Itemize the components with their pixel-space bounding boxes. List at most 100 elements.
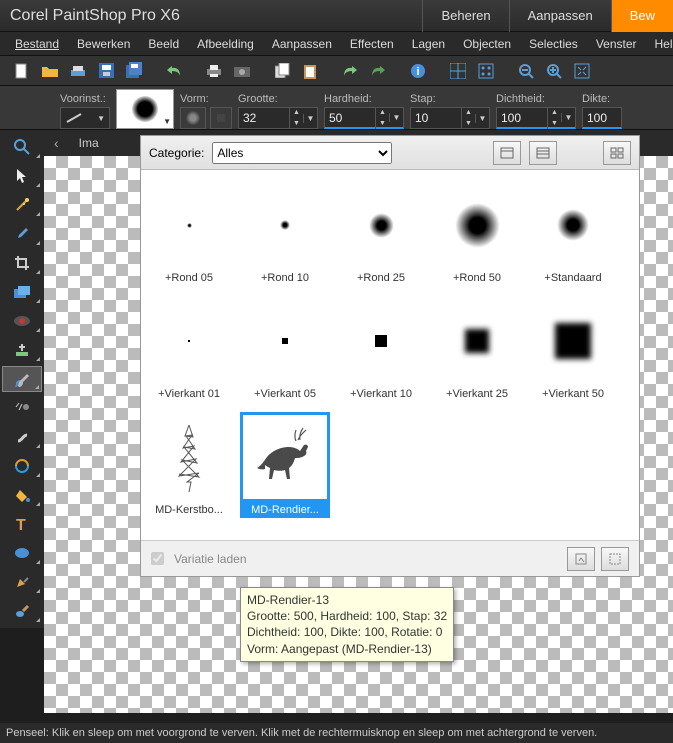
title-bar: Corel PaintShop Pro X6 Beheren Aanpassen… (0, 0, 673, 32)
text-tool-icon[interactable]: T (2, 511, 42, 537)
brush-item-kerstboom[interactable]: MD-Kerstbo... (141, 412, 237, 518)
step-label: Stap: (410, 93, 490, 105)
hardness-input[interactable]: 50▲▼▼ (324, 107, 404, 129)
brush-tip-preview[interactable]: ▼ (116, 89, 174, 129)
tooltip-line-3: Dichtheid: 100, Dikte: 100, Rotatie: 0 (247, 624, 447, 640)
open-icon[interactable] (38, 59, 62, 83)
thickness-label: Dikte: (582, 93, 622, 105)
menu-help[interactable]: Help (646, 34, 673, 54)
grid-icon[interactable] (446, 59, 470, 83)
menu-selections[interactable]: Selecties (520, 34, 587, 54)
brush-item-vierkant-10[interactable]: +Vierkant 10 (333, 296, 429, 402)
zoom-in-icon[interactable] (542, 59, 566, 83)
menu-picture[interactable]: Afbeelding (188, 34, 263, 54)
hardness-label: Hardheid: (324, 93, 404, 105)
document-tab-name[interactable]: Ima (79, 136, 99, 150)
menu-layers[interactable]: Lagen (403, 34, 454, 54)
oil-brush-tool-icon[interactable] (2, 598, 42, 624)
density-label: Dichtheid: (496, 93, 576, 105)
camera-icon[interactable] (230, 59, 254, 83)
menu-edit[interactable]: Bewerken (68, 34, 139, 54)
brush-item-vierkant-25[interactable]: +Vierkant 25 (429, 296, 525, 402)
brush-item-vierkant-50[interactable]: +Vierkant 50 (525, 296, 621, 402)
thickness-input[interactable]: 100 (582, 107, 622, 129)
pointer-tool-icon[interactable] (2, 163, 42, 189)
brush-item-rendier[interactable]: MD-Rendier... (237, 412, 333, 518)
preset-dropdown[interactable]: ▼ (60, 107, 110, 129)
back-icon[interactable]: ‹ (54, 135, 59, 151)
repeat-icon[interactable] (366, 59, 390, 83)
header-tab-manage[interactable]: Beheren (422, 0, 508, 32)
menu-image[interactable]: Beeld (139, 34, 188, 54)
tool-palette: T (0, 130, 44, 628)
scan-icon[interactable] (66, 59, 90, 83)
shape-tool-icon[interactable] (2, 540, 42, 566)
menu-file[interactable]: Bestand (6, 34, 68, 54)
menu-window[interactable]: Venster (587, 34, 646, 54)
app-title: Corel PaintShop Pro X6 (0, 7, 422, 25)
brush-picker-popup: Categorie: Alles +Rond 05 +Rond 10 +Rond… (140, 135, 640, 577)
zoom-tool-icon[interactable] (2, 134, 42, 160)
variation-label: Variatie laden (174, 552, 247, 566)
status-text: Penseel: Klik en sleep om met voorgrond … (6, 727, 597, 739)
density-input[interactable]: 100▲▼▼ (496, 107, 576, 129)
save-icon[interactable] (94, 59, 118, 83)
shape-square[interactable] (210, 107, 232, 129)
brush-item-rond-25[interactable]: +Rond 25 (333, 180, 429, 286)
brush-item-rond-10[interactable]: +Rond 10 (237, 180, 333, 286)
variation-checkbox[interactable] (151, 552, 164, 565)
category-select[interactable]: Alles (212, 142, 392, 164)
eyedropper-tool-icon[interactable] (2, 221, 42, 247)
shape-label: Vorm: (180, 93, 232, 105)
fill-tool-icon[interactable] (2, 482, 42, 508)
wand-tool-icon[interactable] (2, 192, 42, 218)
brush-item-standaard[interactable]: +Standaard (525, 180, 621, 286)
create-brush-icon[interactable] (601, 547, 629, 571)
menu-objects[interactable]: Objecten (454, 34, 520, 54)
layers-tool-icon[interactable] (2, 279, 42, 305)
view-list-icon[interactable] (529, 141, 557, 165)
fit-icon[interactable] (570, 59, 594, 83)
swap-color-tool-icon[interactable] (2, 453, 42, 479)
header-tab-adjust[interactable]: Aanpassen (509, 0, 611, 32)
svg-text:T: T (16, 517, 26, 531)
menu-effects[interactable]: Effecten (341, 34, 403, 54)
print-icon[interactable] (202, 59, 226, 83)
help-icon[interactable]: i (406, 59, 430, 83)
smudge-tool-icon[interactable] (2, 424, 42, 450)
view-large-icon[interactable] (493, 141, 521, 165)
view-grid-icon[interactable] (603, 141, 631, 165)
size-input[interactable]: 32▲▼▼ (238, 107, 318, 129)
shape-circle[interactable] (180, 107, 206, 129)
copy-icon[interactable] (270, 59, 294, 83)
brush-tool-icon[interactable] (2, 366, 42, 392)
import-brush-icon[interactable] (567, 547, 595, 571)
new-icon[interactable] (10, 59, 34, 83)
size-label: Grootte: (238, 93, 318, 105)
tooltip-line-2: Grootte: 500, Hardheid: 100, Stap: 32 (247, 608, 447, 624)
header-tab-edit[interactable]: Bew (611, 0, 673, 32)
undo-icon[interactable] (162, 59, 186, 83)
redo-icon[interactable] (338, 59, 362, 83)
options-bar: Voorinst.: ▼ ▼ Vorm: Grootte: 32▲▼▼ Hard… (0, 86, 673, 130)
redeye-tool-icon[interactable] (2, 308, 42, 334)
clone-tool-icon[interactable] (2, 337, 42, 363)
brush-item-vierkant-01[interactable]: +Vierkant 01 (141, 296, 237, 402)
tooltip-line-4: Vorm: Aangepast (MD-Rendier-13) (247, 641, 447, 657)
save-all-icon[interactable] (122, 59, 146, 83)
preset-label: Voorinst.: (60, 93, 110, 105)
paste-icon[interactable] (298, 59, 322, 83)
menu-adjust[interactable]: Aanpassen (263, 34, 341, 54)
brush-item-rond-50[interactable]: +Rond 50 (429, 180, 525, 286)
menu-bar: Bestand Bewerken Beeld Afbeelding Aanpas… (0, 32, 673, 56)
airbrush-tool-icon[interactable] (2, 395, 42, 421)
zoom-out-icon[interactable] (514, 59, 538, 83)
pen-tool-icon[interactable] (2, 569, 42, 595)
ruler-icon[interactable] (474, 59, 498, 83)
main-toolbar: i (0, 56, 673, 86)
step-input[interactable]: 10▲▼▼ (410, 107, 490, 129)
brush-item-rond-05[interactable]: +Rond 05 (141, 180, 237, 286)
brush-item-vierkant-05[interactable]: +Vierkant 05 (237, 296, 333, 402)
category-label: Categorie: (149, 146, 204, 160)
crop-tool-icon[interactable] (2, 250, 42, 276)
